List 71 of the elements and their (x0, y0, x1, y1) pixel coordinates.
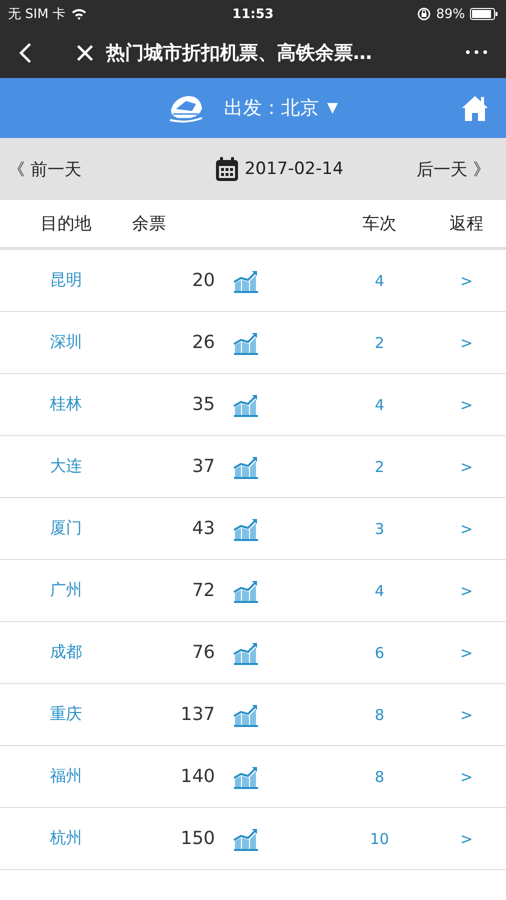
battery-icon (470, 8, 498, 20)
close-icon[interactable] (76, 44, 94, 62)
train-count-link[interactable]: 4 (332, 272, 427, 290)
more-button[interactable]: ••• (464, 46, 490, 60)
train-count-link[interactable]: 4 (332, 582, 427, 600)
previous-day-link[interactable]: 《 前一天 (8, 158, 82, 180)
train-count-link[interactable]: 6 (332, 644, 427, 662)
trend-chart-icon[interactable] (233, 516, 259, 540)
trend-chart-icon[interactable] (233, 268, 259, 292)
return-link[interactable]: > (427, 830, 506, 848)
column-header: 车次 (362, 213, 398, 235)
return-link[interactable]: > (427, 644, 506, 662)
ticket-count: 37 (191, 456, 215, 477)
ticket-count: 72 (191, 580, 215, 601)
trend-chart-icon[interactable] (233, 640, 259, 664)
calendar-icon[interactable] (214, 156, 239, 182)
return-link[interactable]: > (427, 458, 506, 476)
next-day-link[interactable]: 后一天 》 (416, 158, 490, 180)
destination-link[interactable]: 福州 (0, 766, 132, 787)
trend-chart-icon[interactable] (233, 578, 259, 602)
home-icon[interactable] (460, 94, 490, 122)
return-link[interactable]: > (427, 396, 506, 414)
rotation-lock-icon (417, 7, 432, 21)
dropdown-arrow[interactable]: ▼ (327, 100, 338, 116)
trend-chart-icon[interactable] (233, 764, 259, 788)
ticket-count: 35 (191, 394, 215, 415)
wifi-icon (70, 8, 87, 20)
clock-time: 11:53 (232, 6, 274, 22)
destination-link[interactable]: 桂林 (0, 394, 132, 415)
trend-chart-icon[interactable] (233, 392, 259, 416)
column-header: 目的地 (40, 213, 92, 235)
return-link[interactable]: > (427, 768, 506, 786)
train-count-link[interactable]: 4 (332, 396, 427, 414)
trend-chart-icon[interactable] (233, 454, 259, 478)
destination-link[interactable]: 成都 (0, 642, 132, 663)
train-count-link[interactable]: 2 (332, 458, 427, 476)
carrier-label: 无 SIM 卡 (8, 6, 66, 23)
back-icon[interactable] (18, 42, 32, 64)
trend-chart-icon[interactable] (233, 826, 259, 850)
trend-chart-icon[interactable] (233, 702, 259, 726)
destination-link[interactable]: 重庆 (0, 704, 132, 725)
return-link[interactable]: > (427, 334, 506, 352)
train-count-link[interactable]: 3 (332, 520, 427, 538)
page-title: 热门城市折扣机票、高铁余票… (106, 41, 372, 66)
destination-link[interactable]: 昆明 (0, 270, 132, 291)
trend-chart-icon[interactable] (233, 330, 259, 354)
ticket-count: 26 (191, 332, 215, 353)
date-label[interactable]: 2017-02-14 (244, 159, 344, 179)
train-count-link[interactable]: 10 (332, 830, 427, 848)
column-header: 返程 (448, 213, 484, 235)
destination-link[interactable]: 广州 (0, 580, 132, 601)
train-count-link[interactable]: 8 (332, 706, 427, 724)
train-count-link[interactable]: 2 (332, 334, 427, 352)
destination-link[interactable]: 深圳 (0, 332, 132, 353)
departure-selector[interactable]: 出发：北京 (224, 95, 320, 121)
ticket-count: 137 (180, 704, 215, 725)
column-header: 余票 (132, 213, 167, 235)
destination-link[interactable]: 杭州 (0, 828, 132, 849)
destination-link[interactable]: 大连 (0, 456, 132, 477)
destination-link[interactable]: 厦门 (0, 518, 132, 539)
return-link[interactable]: > (427, 582, 506, 600)
ticket-count: 43 (191, 518, 215, 539)
train-count-link[interactable]: 8 (332, 768, 427, 786)
return-link[interactable]: > (427, 706, 506, 724)
ticket-count: 140 (180, 766, 215, 787)
return-link[interactable]: > (427, 520, 506, 538)
ticket-count: 76 (191, 642, 215, 663)
ticket-count: 20 (191, 270, 215, 291)
ticket-count: 150 (180, 828, 215, 849)
battery-percent: 89% (436, 6, 465, 22)
return-link[interactable]: > (427, 272, 506, 290)
